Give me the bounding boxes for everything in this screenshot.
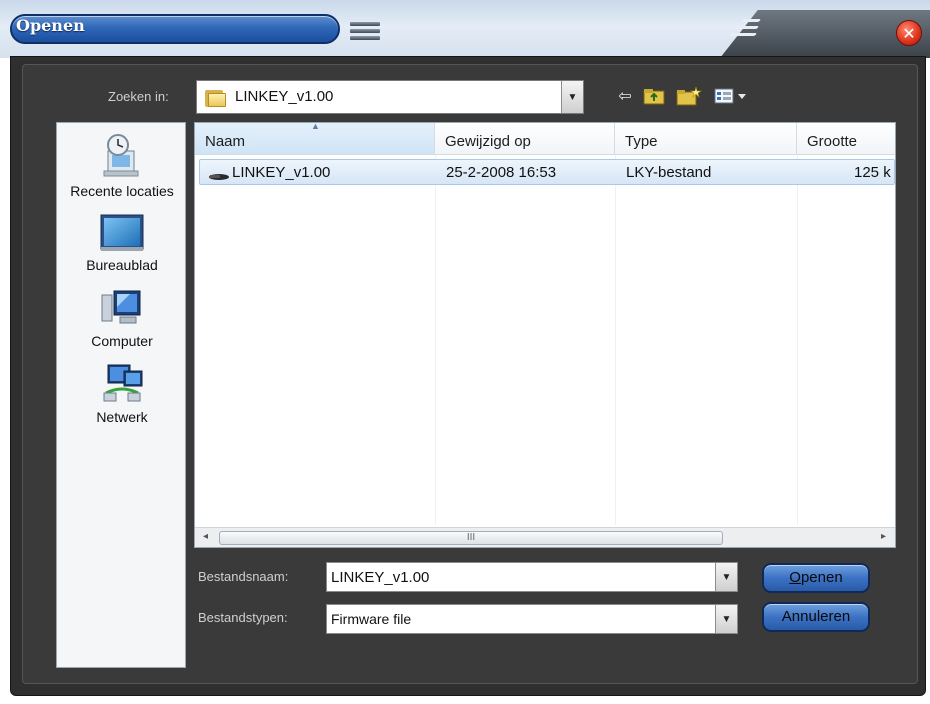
- place-label: Recente locaties: [70, 183, 174, 199]
- place-recent-locations[interactable]: Recente locaties: [57, 131, 187, 199]
- lookin-dropdown-button[interactable]: ▼: [561, 81, 583, 113]
- desktop-icon: [100, 213, 144, 253]
- file-name: LINKEY_v1.00: [232, 164, 331, 181]
- window-title: Openen: [16, 16, 85, 35]
- place-network[interactable]: Netwerk: [57, 363, 187, 425]
- computer-icon: [100, 289, 144, 329]
- menu-icon[interactable]: [350, 22, 380, 42]
- cancel-button[interactable]: Annuleren: [762, 602, 870, 632]
- place-computer[interactable]: Computer: [57, 289, 187, 349]
- up-folder-icon[interactable]: [642, 86, 666, 106]
- network-icon: [100, 363, 144, 405]
- wedge-lines-icon: [728, 16, 768, 40]
- filetype-label: Bestandstypen:: [198, 610, 288, 625]
- filename-label: Bestandsnaam:: [198, 569, 289, 584]
- file-modified: 25-2-2008 16:53: [446, 164, 557, 181]
- column-divider: [615, 155, 616, 525]
- folder-icon: [205, 88, 227, 107]
- lookin-value: LINKEY_v1.00: [235, 88, 334, 105]
- filename-dropdown-button[interactable]: ▼: [715, 563, 737, 591]
- filetype-select[interactable]: Firmware file ▼: [326, 604, 738, 634]
- filetype-dropdown-button[interactable]: ▼: [715, 605, 737, 633]
- place-label: Bureaublad: [86, 257, 158, 273]
- back-arrow-icon[interactable]: ⇦: [614, 86, 636, 106]
- place-label: Netwerk: [96, 409, 148, 425]
- recent-locations-icon: [102, 131, 142, 179]
- filename-value: LINKEY_v1.00: [331, 569, 430, 586]
- sort-ascending-icon: ▲: [311, 122, 320, 131]
- file-row[interactable]: LINKEY_v1.00 25-2-2008 16:53 LKY-bestand…: [199, 159, 895, 185]
- places-bar: Recente locaties Bureaublad Computer Net…: [56, 122, 186, 668]
- column-header-modified[interactable]: Gewijzigd op: [435, 123, 615, 155]
- close-icon[interactable]: ✕: [896, 20, 922, 46]
- column-header-name[interactable]: Naam ▲: [195, 123, 435, 155]
- lookin-combobox[interactable]: LINKEY_v1.00 ▼: [196, 80, 584, 114]
- column-divider: [435, 155, 436, 525]
- file-size: 125 k: [854, 164, 891, 181]
- scroll-right-arrow[interactable]: ▸: [881, 531, 886, 542]
- column-header-type[interactable]: Type: [615, 123, 797, 155]
- filetype-value: Firmware file: [331, 611, 412, 627]
- column-header-size[interactable]: Grootte: [797, 123, 895, 155]
- view-menu-icon[interactable]: [712, 86, 752, 106]
- file-icon: [208, 168, 230, 186]
- horizontal-scrollbar[interactable]: ◂ III ▸: [195, 527, 895, 547]
- scroll-grip: III: [466, 532, 476, 543]
- place-desktop[interactable]: Bureaublad: [57, 213, 187, 273]
- column-divider: [797, 155, 798, 525]
- place-label: Computer: [91, 333, 153, 349]
- file-type: LKY-bestand: [626, 164, 712, 181]
- scroll-left-arrow[interactable]: ◂: [203, 531, 208, 542]
- open-button[interactable]: Openen: [762, 563, 870, 593]
- file-list[interactable]: Naam ▲ Gewijzigd op Type Grootte LINKEY_…: [194, 122, 896, 548]
- scroll-thumb[interactable]: III: [219, 531, 723, 545]
- filename-field[interactable]: LINKEY_v1.00 ▼: [326, 562, 738, 592]
- new-folder-icon[interactable]: [676, 86, 702, 106]
- lookin-label: Zoeken in:: [108, 89, 169, 104]
